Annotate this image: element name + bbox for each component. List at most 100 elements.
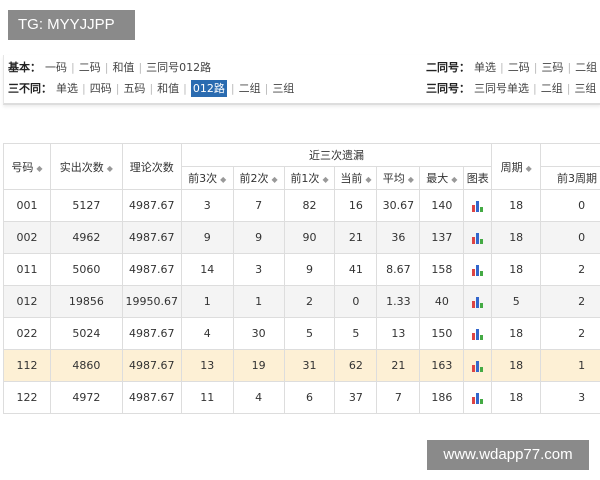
- nav-three-same: 三同号： 三同号单选 | 二组 | 三组: [426, 79, 596, 99]
- nav-link[interactable]: 三同号012路: [146, 61, 211, 74]
- divider: |: [533, 82, 537, 95]
- cell-prev3period: 0: [540, 221, 600, 254]
- sort-icon[interactable]: ◆: [107, 164, 113, 173]
- cell-actual: 5060: [49, 253, 123, 286]
- chart-cell[interactable]: [463, 253, 493, 286]
- nav-link[interactable]: 三同号单选: [474, 82, 529, 95]
- bar-chart-icon[interactable]: [471, 264, 484, 276]
- table-row: 011 5060 4987.67 14 3 9 41 8.67 158 18 2: [3, 253, 600, 286]
- cell-prev2: 1: [232, 285, 285, 318]
- cell-current: 21: [334, 221, 378, 254]
- cell-prev2: 7: [232, 189, 285, 222]
- bar-chart-icon[interactable]: [471, 200, 484, 212]
- nav-link[interactable]: 和值: [112, 61, 134, 74]
- nav-link[interactable]: 二组: [575, 61, 597, 74]
- cell-avg: 7: [376, 381, 421, 414]
- cell-prev1: 90: [283, 221, 336, 254]
- header-prev3period[interactable]: 前3周期◆: [540, 166, 600, 190]
- cell-prev3: 11: [180, 381, 234, 414]
- cell-prev3: 9: [180, 221, 234, 254]
- header-max[interactable]: 最大 ◆: [419, 166, 465, 190]
- sort-icon[interactable]: ◆: [36, 164, 42, 173]
- header-prev3[interactable]: 前3次 ◆: [180, 166, 234, 190]
- nav-link[interactable]: 012路: [190, 80, 227, 97]
- table-row: 122 4972 4987.67 11 4 6 37 7 186 18 3: [3, 381, 600, 414]
- divider: |: [71, 61, 75, 74]
- nav-link[interactable]: 三组: [574, 82, 596, 95]
- cell-actual: 4962: [49, 221, 123, 254]
- cell-max: 137: [419, 221, 465, 254]
- header-actual[interactable]: 实出次数 ◆: [49, 143, 123, 190]
- cell-number: 011: [3, 253, 51, 286]
- header-avg[interactable]: 平均 ◆: [376, 166, 421, 190]
- cell-prev3period: 2: [540, 317, 600, 350]
- bar-chart-icon[interactable]: [471, 296, 484, 308]
- cell-period: 18: [491, 349, 542, 382]
- cell-prev2: 30: [232, 317, 285, 350]
- nav-three-different: 三不同： 单选 | 四码 | 五码 | 和值 | 012路 | 二组 | 三组: [8, 79, 294, 99]
- cell-prev3: 3: [180, 189, 234, 222]
- nav-group-label: 三不同：: [8, 82, 52, 95]
- table-row: 001 5127 4987.67 3 7 82 16 30.67 140 18 0: [3, 189, 600, 222]
- chart-cell[interactable]: [463, 349, 493, 382]
- chart-cell[interactable]: [463, 221, 493, 254]
- divider: |: [567, 61, 572, 74]
- header-theory: 理论次数: [121, 143, 182, 190]
- nav-link[interactable]: 二组: [239, 82, 261, 95]
- nav-link[interactable]: 二码: [508, 61, 530, 74]
- cell-avg: 8.67: [376, 253, 421, 286]
- stats-table: 号码 ◆ 实出次数 ◆ 理论次数 近三次遗漏 周期 ◆ 前3次 ◆ 前2次 ◆ 前1次 ◆ …: [3, 143, 600, 414]
- cell-number: 112: [3, 349, 51, 382]
- nav-link[interactable]: 单选: [474, 61, 496, 74]
- nav-link[interactable]: 和值: [157, 82, 179, 95]
- cell-avg: 1.33: [376, 285, 421, 318]
- header-prev1[interactable]: 前1次 ◆: [283, 166, 336, 190]
- chart-cell[interactable]: [463, 381, 493, 414]
- cell-prev1: 31: [283, 349, 336, 382]
- header-period[interactable]: 周期 ◆: [491, 143, 542, 190]
- nav-link[interactable]: 二码: [79, 61, 101, 74]
- cell-prev2: 3: [232, 253, 285, 286]
- nav-link[interactable]: 一码: [45, 61, 67, 74]
- header-current[interactable]: 当前 ◆: [334, 166, 378, 190]
- cell-prev2: 9: [232, 221, 285, 254]
- nav-group-label: 基本：: [8, 61, 41, 74]
- chart-cell[interactable]: [463, 317, 493, 350]
- header-blank: [540, 143, 600, 167]
- cell-prev3: 1: [180, 285, 234, 318]
- bar-chart-icon[interactable]: [471, 360, 484, 372]
- divider: |: [230, 82, 235, 95]
- cell-max: 158: [419, 253, 465, 286]
- lottery-nav: 基本： 一码 | 二码 | 和值 | 三同号012路 三不同： 单选 | 四码 | 五码 | 和值 | 012路…: [3, 55, 600, 105]
- nav-link[interactable]: 单选: [56, 82, 78, 95]
- cell-avg: 21: [376, 349, 421, 382]
- chart-cell[interactable]: [463, 189, 493, 222]
- sort-icon[interactable]: ◆: [526, 164, 532, 173]
- cell-max: 163: [419, 349, 465, 382]
- divider: |: [500, 61, 504, 74]
- bar-chart-icon[interactable]: [471, 328, 484, 340]
- cell-period: 18: [491, 317, 542, 350]
- nav-link[interactable]: 三组: [272, 82, 294, 95]
- header-number[interactable]: 号码 ◆: [3, 143, 51, 190]
- nav-link[interactable]: 三码: [541, 61, 563, 74]
- chart-cell[interactable]: [463, 285, 493, 318]
- bar-chart-icon[interactable]: [471, 232, 484, 244]
- table-row: 012 19856 19950.67 1 1 2 0 1.33 40 5 2: [3, 285, 600, 318]
- divider: |: [264, 82, 269, 95]
- cell-period: 18: [491, 189, 542, 222]
- cell-avg: 36: [376, 221, 421, 254]
- cell-prev3period: 0: [540, 189, 600, 222]
- bar-chart-icon[interactable]: [471, 392, 484, 404]
- cell-theory: 4987.67: [121, 317, 182, 350]
- divider: |: [183, 82, 187, 95]
- header-prev2[interactable]: 前2次 ◆: [232, 166, 285, 190]
- nav-link[interactable]: 二组: [541, 82, 563, 95]
- cell-theory: 4987.67: [121, 221, 182, 254]
- nav-link[interactable]: 四码: [90, 82, 112, 95]
- cell-theory: 4987.67: [121, 189, 182, 222]
- divider: |: [115, 82, 120, 95]
- cell-avg: 13: [376, 317, 421, 350]
- cell-prev3period: 3: [540, 381, 600, 414]
- nav-link[interactable]: 五码: [123, 82, 145, 95]
